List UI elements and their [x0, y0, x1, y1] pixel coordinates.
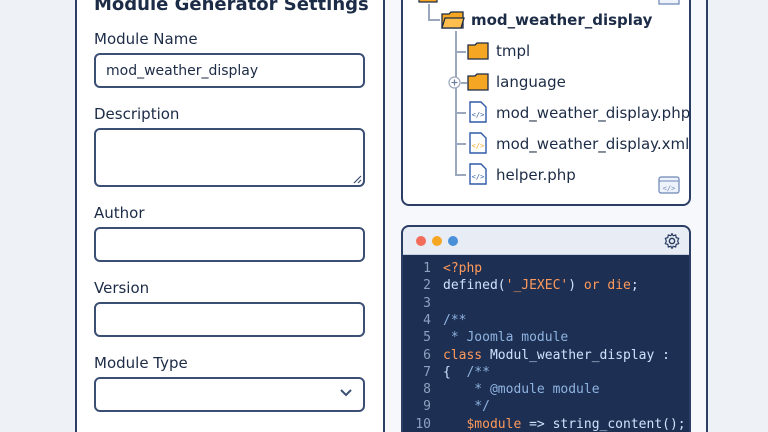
module-name-input[interactable]	[94, 53, 365, 88]
code-line[interactable]: 10 $module => string_content();	[403, 416, 686, 432]
svg-text:</>: </>	[472, 111, 485, 119]
code-line[interactable]: 2 defined('_JEXEC') or die;	[403, 277, 639, 295]
gear-icon[interactable]	[663, 232, 681, 250]
line-number: 5	[423, 330, 431, 346]
code-token: defined(	[443, 278, 506, 294]
code-token: $module	[443, 416, 530, 432]
editor-titlebar	[403, 227, 689, 255]
tree-connector	[456, 143, 466, 145]
expand-icon[interactable]	[448, 76, 461, 89]
code-line[interactable]: 8 * @module module	[403, 381, 600, 399]
code-line[interactable]: 9 */	[403, 398, 490, 416]
author-input[interactable]	[94, 227, 365, 262]
module-type-label: Module Type	[94, 354, 188, 372]
code-token: * Joomla module	[443, 330, 569, 346]
tree-item-helper-file[interactable]: helper.php	[496, 166, 576, 184]
version-input[interactable]	[94, 302, 365, 337]
author-label: Author	[94, 204, 145, 222]
code-token: class	[443, 347, 490, 363]
code-line[interactable]: 1 <?php	[403, 260, 482, 278]
version-label: Version	[94, 279, 150, 297]
chevron-down-icon[interactable]	[339, 388, 353, 398]
code-token: => string_content();	[529, 416, 686, 432]
code-line[interactable]: 4 /**	[403, 312, 466, 330]
code-token: /**	[466, 364, 490, 380]
xml-file-icon: </>	[469, 132, 487, 154]
line-number: 2	[423, 278, 431, 294]
tree-item-tmpl[interactable]: tmpl	[496, 42, 530, 60]
line-number: 4	[423, 312, 431, 328]
tree-connector	[428, 4, 430, 20]
panel-title: Module Generator Settings	[94, 0, 369, 15]
tree-connector	[456, 51, 466, 53]
folder-icon	[467, 73, 489, 91]
php-file-icon: </>	[469, 163, 487, 185]
svg-text:</>: </>	[472, 142, 485, 150]
svg-text:</>: </>	[663, 185, 676, 193]
folder-icon	[467, 42, 489, 60]
resize-grip-icon[interactable]	[352, 174, 362, 184]
folder-open-icon	[441, 11, 465, 29]
code-editor[interactable]: 1 <?php 2 defined('_JEXEC') or die; 3 4/** 5 *…	[401, 225, 691, 432]
line-number: 7	[423, 364, 431, 380]
tree-item-xml-file[interactable]: mod_weather_display.xml	[496, 135, 689, 153]
line-number: 1	[423, 261, 431, 276]
code-token: or die	[583, 278, 631, 294]
svg-text:</>: </>	[472, 173, 485, 181]
line-number: 3	[423, 295, 431, 311]
code-view-icon[interactable]: </>	[658, 176, 680, 194]
tree-item-language[interactable]: language	[496, 73, 566, 91]
description-textarea[interactable]	[94, 128, 365, 187]
code-file-icon[interactable]	[658, 0, 680, 6]
code-line[interactable]: 3	[403, 295, 443, 313]
tree-item-php-file[interactable]: mod_weather_display.php	[496, 104, 690, 122]
code-token: * @module module	[443, 382, 600, 398]
description-label: Description	[94, 105, 180, 123]
module-type-select[interactable]	[94, 377, 365, 412]
close-dot-icon[interactable]	[416, 236, 426, 246]
code-token: Modul_weather_display :	[489, 347, 670, 363]
code-token: /**	[443, 312, 467, 328]
tree-connector	[456, 112, 466, 114]
code-token: ;	[630, 278, 639, 294]
line-number: 10	[415, 416, 431, 432]
code-line[interactable]: 7 { /**	[403, 364, 490, 382]
tree-connector	[456, 174, 466, 176]
php-file-icon: </>	[469, 101, 487, 123]
minimize-dot-icon[interactable]	[432, 236, 442, 246]
code-token: )	[568, 278, 584, 294]
module-name-label: Module Name	[94, 30, 198, 48]
line-number: 9	[423, 399, 431, 415]
code-token: <?php	[443, 261, 483, 276]
code-line[interactable]: 5 * Joomla module	[403, 329, 568, 347]
line-number: 8	[423, 382, 431, 398]
code-line[interactable]: 6 class Modul_weather_display :	[403, 347, 670, 365]
tree-root-folder[interactable]: mod_weather_display	[471, 11, 652, 29]
code-token: {	[443, 364, 467, 380]
tree-connector	[428, 19, 440, 21]
code-token: '_JEXEC'	[505, 278, 569, 294]
maximize-dot-icon[interactable]	[448, 236, 458, 246]
code-token: */	[443, 399, 490, 415]
line-number: 6	[423, 347, 431, 363]
